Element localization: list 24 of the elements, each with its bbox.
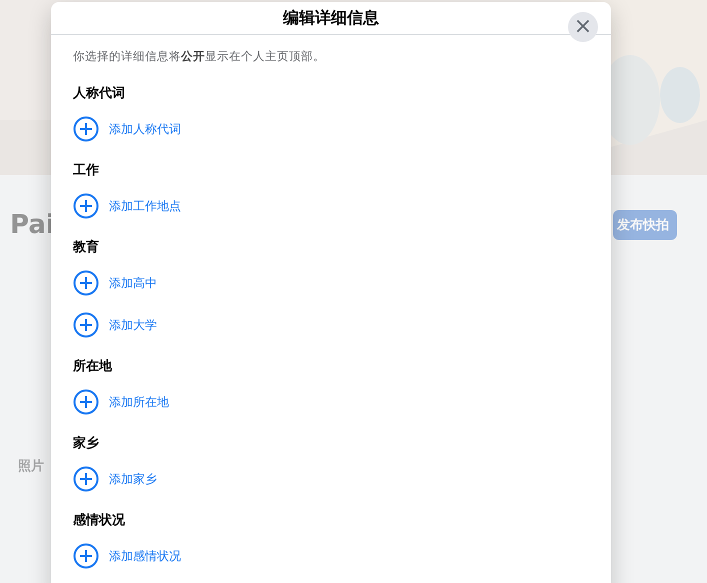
plus-circle-icon	[73, 389, 99, 415]
add-item-link[interactable]: 添加高中	[73, 262, 157, 304]
dialog-title: 编辑详细信息	[283, 8, 379, 28]
section-heading: 所在地	[73, 358, 114, 375]
notice-text: 你选择的详细信息将公开显示在个人主页顶部。	[73, 49, 326, 64]
add-item-link[interactable]: 添加感情状况	[73, 535, 181, 577]
photos-tab[interactable]: 照片	[18, 459, 44, 474]
section-heading: 工作	[73, 162, 100, 179]
plus-circle-icon	[73, 543, 99, 569]
close-button[interactable]: ×	[568, 12, 598, 42]
add-item-link[interactable]: 添加所在地	[73, 381, 169, 423]
plus-circle-icon	[73, 312, 99, 338]
add-item-link[interactable]: 添加大学	[73, 304, 157, 346]
plus-circle-icon	[73, 116, 99, 142]
section-heading: 人称代词	[73, 85, 126, 102]
plus-circle-icon	[73, 466, 99, 492]
add-item-link[interactable]: 添加工作地点	[73, 185, 181, 227]
section-heading: 感情状况	[73, 512, 126, 529]
section-heading: 家乡	[73, 434, 100, 452]
add-item-link[interactable]: 添加家乡	[73, 458, 157, 500]
plus-circle-icon	[73, 270, 99, 296]
plus-circle-icon	[73, 193, 99, 219]
section-heading: 教育	[73, 238, 100, 256]
add-item-link[interactable]: 添加人称代词	[73, 108, 181, 150]
